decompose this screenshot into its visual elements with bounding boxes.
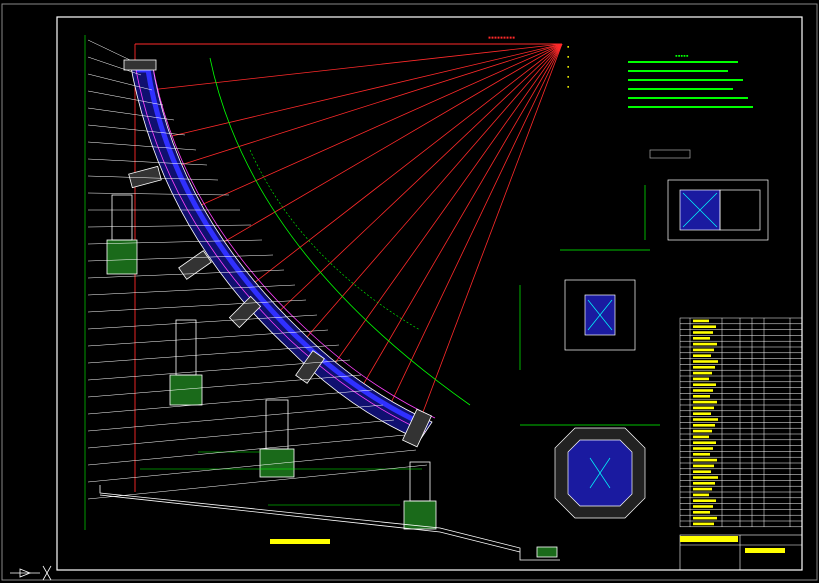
table-cell-text <box>693 337 710 340</box>
table-cell-text <box>693 516 717 520</box>
table-cell-text <box>693 389 713 392</box>
table-cell-text <box>693 441 716 444</box>
top-red-label: ▪▪▪▪▪▪▪▪▪ <box>488 35 515 41</box>
table-cell-text <box>693 487 712 491</box>
table-cell-text <box>693 354 711 357</box>
table-cell-text <box>693 429 712 433</box>
table-cell-text <box>693 366 715 369</box>
table-cell-text <box>693 424 715 427</box>
cad-drawing-canvas[interactable]: ▪▪▪▪▪▪▪▪▪ ▪ ▪ ▪ ▪ ▪ ▪▪▪▪▪ <box>0 0 819 583</box>
table-cell-text <box>693 406 714 410</box>
svg-text:▪: ▪ <box>567 84 569 89</box>
table-cell-text <box>693 453 710 456</box>
table-cell-text <box>693 482 715 485</box>
table-cell-text <box>693 342 717 346</box>
table-cell-text <box>693 360 718 363</box>
table-cell-text <box>693 499 716 502</box>
table-cell-text <box>693 400 717 404</box>
table-cell-text <box>693 493 709 497</box>
table-cell-text <box>693 395 710 398</box>
table-cell-text <box>693 470 711 473</box>
table-cell-text <box>693 447 713 450</box>
table-cell-text <box>693 476 718 479</box>
table-cell-text <box>693 435 709 439</box>
table-cell-text <box>693 418 718 421</box>
table-cell-text <box>693 319 709 323</box>
table-cell-text <box>693 325 716 328</box>
svg-text:▪: ▪ <box>567 44 569 49</box>
table-cell-text <box>693 371 712 375</box>
bottom-left-note <box>270 539 330 544</box>
svg-text:▪: ▪ <box>567 74 569 79</box>
table-cell-text <box>693 377 709 381</box>
table-cell-text <box>693 458 717 462</box>
svg-text:▪: ▪ <box>567 54 569 59</box>
table-cell-text <box>693 511 710 514</box>
table-cell-text <box>693 383 716 386</box>
table-cell-text <box>693 464 714 468</box>
table-cell-text <box>693 348 714 352</box>
svg-text:▪: ▪ <box>567 64 569 69</box>
table-cell-text <box>693 331 713 334</box>
svg-text:▪▪▪▪▪: ▪▪▪▪▪ <box>675 54 689 59</box>
table-cell-text <box>693 412 711 415</box>
table-cell-text <box>693 522 714 526</box>
table-cell-text <box>693 505 713 508</box>
